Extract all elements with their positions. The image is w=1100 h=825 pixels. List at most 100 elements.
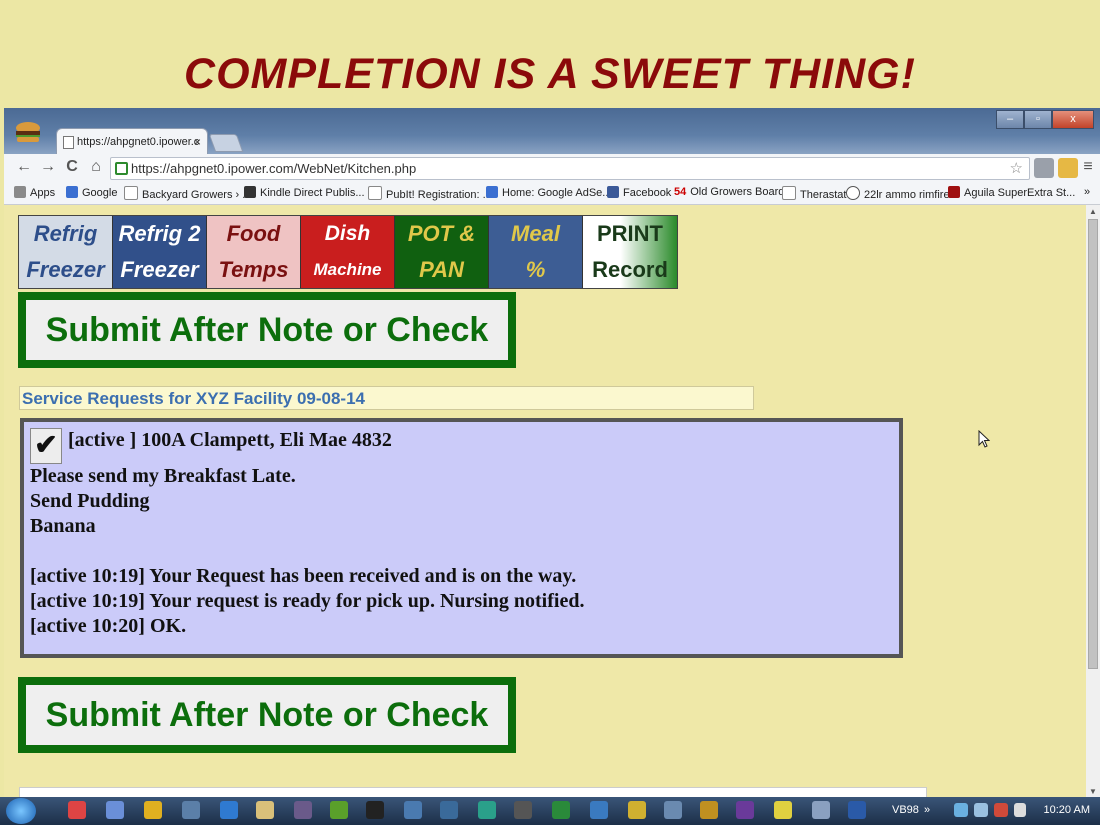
vertical-scrollbar[interactable]: ▲ ▼: [1086, 205, 1100, 798]
reload-icon[interactable]: C: [62, 158, 82, 176]
scroll-down-icon[interactable]: ▼: [1089, 787, 1097, 796]
request-status: [active ] 100A Clampett, Eli Mae 4832: [68, 429, 392, 451]
tab-strip: https://ahpgnet0.ipower.c × – ▫ x: [4, 108, 1100, 154]
ie-icon[interactable]: [220, 801, 238, 819]
taskbar-app-icon[interactable]: [700, 801, 718, 819]
bookmarks-overflow[interactable]: »: [1084, 186, 1090, 198]
chrome-icon[interactable]: [68, 801, 86, 819]
folder-icon[interactable]: [256, 801, 274, 819]
nav-dish-machine[interactable]: Dish Machine: [301, 216, 395, 288]
menu-icon[interactable]: ≡: [1078, 158, 1098, 176]
minimize-button[interactable]: –: [996, 110, 1024, 129]
nav-label: Meal: [511, 221, 560, 246]
taskbar-app-icon[interactable]: [106, 801, 124, 819]
service-requests-header: Service Requests for XYZ Facility 09-08-…: [19, 386, 754, 410]
taskbar-app-icon[interactable]: [514, 801, 532, 819]
nav-label: Dish: [324, 222, 371, 245]
publisher-icon[interactable]: [478, 801, 496, 819]
bookmark-label: PubIt! Registration: ...: [386, 189, 492, 201]
lock-icon: [115, 162, 128, 175]
bookmark-item[interactable]: Google: [66, 186, 117, 199]
nav-print-record[interactable]: PRINT Record: [583, 216, 677, 288]
kindle-icon: [244, 186, 256, 198]
bookmark-label: Aguila SuperExtra St...: [964, 187, 1076, 199]
tray-label[interactable]: VB98: [892, 804, 919, 816]
scroll-thumb[interactable]: [1088, 219, 1098, 669]
window-controls: – ▫ x: [996, 110, 1094, 129]
scroll-up-icon[interactable]: ▲: [1089, 207, 1097, 216]
bookmark-item[interactable]: PubIt! Registration: ...: [368, 186, 492, 201]
nav-label: Freezer: [120, 257, 199, 282]
taskbar-app-icon[interactable]: [774, 801, 792, 819]
nav-label: POT &: [407, 221, 476, 246]
request-line: Please send my Breakfast Late.: [30, 465, 296, 487]
new-tab-button[interactable]: [208, 134, 244, 152]
bookmark-item[interactable]: Home: Google AdSe...: [486, 186, 611, 199]
nav-label: Record: [592, 257, 668, 282]
taskbar-app-icon[interactable]: [404, 801, 422, 819]
bookmark-item[interactable]: Backyard Growers › ...: [124, 186, 251, 201]
tray-overflow[interactable]: »: [924, 804, 930, 816]
bookmark-item[interactable]: 22lr ammo rimfire: [846, 186, 950, 201]
signal-icon[interactable]: [974, 803, 988, 817]
taskbar-clock[interactable]: 10:20 AM: [1044, 804, 1090, 816]
complete-checkbox[interactable]: ✔: [30, 428, 62, 464]
bookmark-label: 22lr ammo rimfire: [864, 189, 950, 201]
maximize-button[interactable]: ▫: [1024, 110, 1052, 129]
bookmark-item[interactable]: Apps: [14, 186, 55, 199]
cmd-icon[interactable]: [366, 801, 384, 819]
close-window-button[interactable]: x: [1052, 110, 1094, 129]
mouse-pointer-icon: [978, 429, 991, 453]
taskbar-app-icon[interactable]: [330, 801, 348, 819]
browser-window: https://ahpgnet0.ipower.c × – ▫ x ← → C …: [4, 108, 1100, 798]
page-icon: [63, 136, 74, 149]
nav-label: Refrig: [33, 221, 98, 246]
taskbar-app-icon[interactable]: [294, 801, 312, 819]
google-icon: [66, 186, 78, 198]
taskbar-app-icon[interactable]: [552, 801, 570, 819]
bookmark-item[interactable]: 54 Old Growers Board: [674, 186, 784, 198]
submit-button-top[interactable]: Submit After Note or Check: [18, 292, 516, 368]
extension-icon[interactable]: [1058, 158, 1078, 178]
request-line: ✔ [active ] 100A Clampett, Eli Mae 4832: [30, 428, 893, 464]
nav-refrig-freezer[interactable]: Refrig Freezer: [19, 216, 113, 288]
start-button[interactable]: [6, 798, 36, 824]
nav-meal-percent[interactable]: Meal%: [489, 216, 583, 288]
clock-icon: [846, 186, 860, 200]
bookmark-item[interactable]: Kindle Direct Publis...: [244, 186, 365, 199]
browser-toolbar: ← → C ⌂ https://ahpgnet0.ipower.com/WebN…: [4, 154, 1100, 182]
bookmark-item[interactable]: Aguila SuperExtra St...: [948, 186, 1075, 199]
taskbar-app-icon[interactable]: [440, 801, 458, 819]
battery-icon[interactable]: [1014, 803, 1026, 817]
taskbar-app-icon[interactable]: [590, 801, 608, 819]
nav-pot-pan[interactable]: POT & PAN: [395, 216, 489, 288]
page-icon: [368, 186, 382, 200]
back-icon[interactable]: ←: [14, 158, 34, 176]
forward-icon[interactable]: →: [38, 158, 58, 176]
taskbar-app-icon[interactable]: [182, 801, 200, 819]
address-bar[interactable]: https://ahpgnet0.ipower.com/WebNet/Kitch…: [110, 157, 1030, 180]
tab-close-icon[interactable]: ×: [194, 129, 201, 155]
taskbar-app-icon[interactable]: [664, 801, 682, 819]
browser-tab[interactable]: https://ahpgnet0.ipower.c ×: [56, 128, 208, 154]
taskbar-app-icon[interactable]: [144, 801, 162, 819]
word-icon[interactable]: [848, 801, 866, 819]
nav-refrig2-freezer[interactable]: Refrig 2 Freezer: [113, 216, 207, 288]
nav-food-temps[interactable]: Food Temps: [207, 216, 301, 288]
bookmark-item[interactable]: Facebook: [607, 186, 671, 199]
taskbar-app-icon[interactable]: [812, 801, 830, 819]
network-icon[interactable]: [954, 803, 968, 817]
request-card: ✔ [active ] 100A Clampett, Eli Mae 4832 P…: [20, 418, 903, 658]
volume-icon[interactable]: [994, 803, 1008, 817]
nav-label: Food: [226, 221, 281, 246]
bookmark-star-icon[interactable]: ☆: [1010, 158, 1023, 179]
bookmark-item[interactable]: Therastat: [782, 186, 846, 201]
request-line: [30, 539, 893, 564]
taskbar-app-icon[interactable]: [628, 801, 646, 819]
home-icon[interactable]: ⌂: [86, 158, 106, 176]
visual-studio-icon[interactable]: [736, 801, 754, 819]
extension-icon[interactable]: [1034, 158, 1054, 178]
tab-title: https://ahpgnet0.ipower.c: [77, 136, 200, 148]
bookmarks-bar: Apps Google Backyard Growers › ... Kindl…: [4, 182, 1100, 205]
submit-button-bottom[interactable]: Submit After Note or Check: [18, 677, 516, 753]
